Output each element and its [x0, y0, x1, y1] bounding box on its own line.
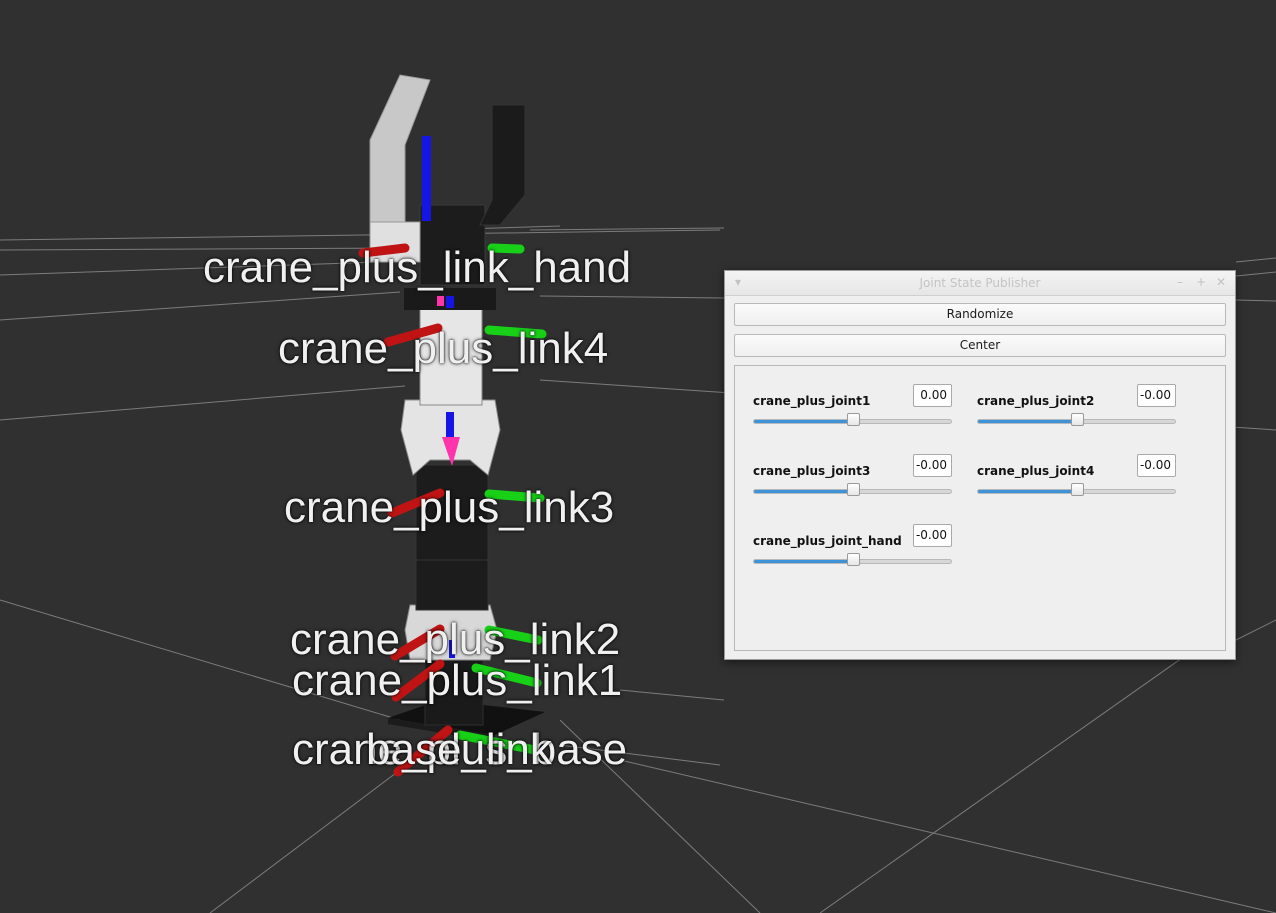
frame-label-link4: crane_plus_link4 [278, 324, 609, 373]
frame-label-link3: crane_plus_link3 [284, 483, 615, 532]
joint-label: crane_plus_joint3 [753, 464, 871, 478]
minimize-icon[interactable]: – [1177, 275, 1183, 289]
frame-label-link1: crane_plus_link1 [292, 656, 623, 705]
joint-value-input[interactable]: -0.00 [1137, 454, 1176, 477]
joint-value-input[interactable]: -0.00 [1137, 384, 1176, 407]
joint-slider-handle[interactable] [846, 413, 860, 426]
frame-label-link-hand: crane_plus_link_hand [203, 243, 632, 292]
center-button[interactable]: Center [734, 334, 1226, 357]
joint-label: crane_plus_joint4 [977, 464, 1095, 478]
joint-control: crane_plus_joint1 0.00 [753, 384, 953, 434]
randomize-button[interactable]: Randomize [734, 303, 1226, 326]
frame-label-base-link: base_link [366, 725, 552, 774]
joint-value-input[interactable]: -0.00 [913, 524, 952, 547]
close-icon[interactable]: ✕ [1216, 275, 1226, 289]
joint-control: crane_plus_joint_hand -0.00 [753, 524, 953, 574]
joint-label: crane_plus_joint_hand [753, 534, 902, 548]
joint-label: crane_plus_joint2 [977, 394, 1095, 408]
robot-finger-right [479, 104, 526, 226]
joint-state-publisher-window: ▾ Joint State Publisher – + ✕ Randomize … [724, 270, 1236, 660]
window-title: Joint State Publisher [919, 276, 1041, 290]
z-axis-arrow-pink [437, 296, 444, 306]
joint-value-input[interactable]: 0.00 [913, 384, 952, 407]
joint-control: crane_plus_joint2 -0.00 [977, 384, 1177, 434]
joint-slider-handle[interactable] [1070, 413, 1084, 426]
joint-slider-handle[interactable] [1070, 483, 1084, 496]
joint-slider-handle[interactable] [846, 483, 860, 496]
joints-panel: crane_plus_joint1 0.00 crane_plus_joint2… [734, 365, 1226, 651]
window-titlebar[interactable]: ▾ Joint State Publisher – + ✕ [725, 271, 1235, 296]
robot-finger-left [369, 74, 431, 226]
maximize-icon[interactable]: + [1196, 275, 1206, 289]
joint-control: crane_plus_joint4 -0.00 [977, 454, 1177, 504]
joint-value-input[interactable]: -0.00 [913, 454, 952, 477]
joint-slider-handle[interactable] [846, 553, 860, 566]
joint-label: crane_plus_joint1 [753, 394, 871, 408]
joint-control: crane_plus_joint3 -0.00 [753, 454, 953, 504]
